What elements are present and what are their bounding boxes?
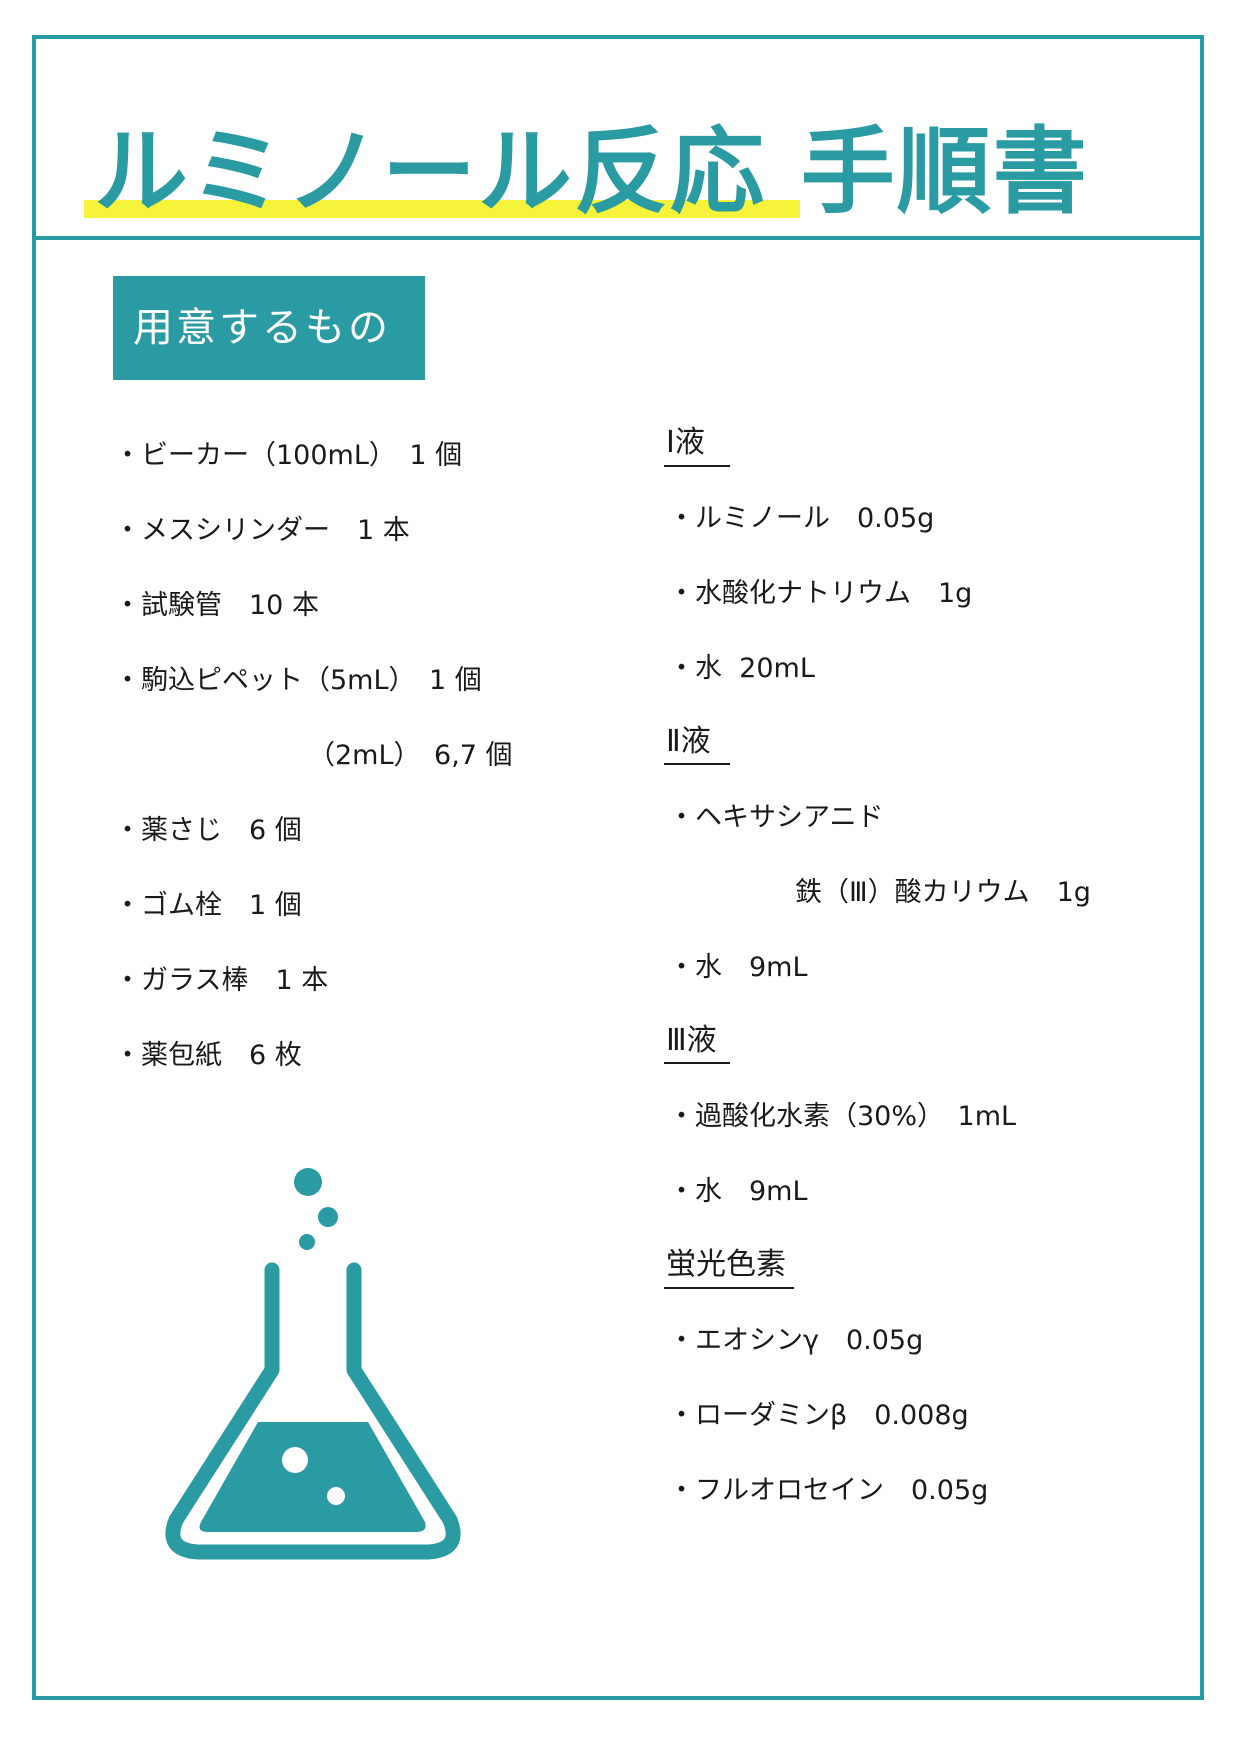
solution1-item: ・ルミノール 0.05g bbox=[668, 503, 935, 534]
material-item: ・薬さじ 6 個 bbox=[114, 815, 302, 846]
solution3-item: ・水 9mL bbox=[668, 1176, 808, 1207]
material-item: ・メスシリンダー 1 本 bbox=[114, 515, 410, 546]
solution2-heading: Ⅱ液 bbox=[666, 724, 711, 759]
dye-item: ・フルオロセイン 0.05g bbox=[668, 1475, 989, 1506]
material-item: （2mL） 6,7 個 bbox=[308, 740, 513, 771]
solution2-item: ・水 9mL bbox=[668, 952, 808, 983]
dye-item: ・ローダミンβ 0.008g bbox=[668, 1400, 969, 1431]
solution3-heading-underline bbox=[664, 1062, 730, 1064]
page-title: ルミノール反応 手順書 bbox=[94, 118, 1089, 227]
solution3-heading: Ⅲ液 bbox=[666, 1023, 717, 1058]
title-divider bbox=[32, 236, 1204, 240]
material-item: ・ビーカー（100mL） 1 個 bbox=[114, 440, 463, 471]
material-item: ・駒込ピペット（5mL） 1 個 bbox=[114, 665, 482, 696]
material-item: ・ガラス棒 1 本 bbox=[114, 965, 329, 996]
section-label-materials: 用意するもの bbox=[113, 276, 425, 380]
solution2-item: ・ヘキサシアニド bbox=[668, 802, 884, 833]
flask-icon bbox=[165, 1168, 461, 1560]
dyes-heading-underline bbox=[664, 1287, 794, 1289]
material-item: ・ゴム栓 1 個 bbox=[114, 890, 302, 921]
dyes-heading: 蛍光色素 bbox=[666, 1247, 786, 1282]
solution2-heading-underline bbox=[664, 763, 730, 765]
solution1-item: ・水 20mL bbox=[668, 653, 815, 684]
solution3-item: ・過酸化水素（30%） 1mL bbox=[668, 1101, 1017, 1132]
dye-item: ・エオシンγ 0.05g bbox=[668, 1325, 924, 1356]
solution1-item: ・水酸化ナトリウム 1g bbox=[668, 578, 973, 609]
material-item: ・試験管 10 本 bbox=[114, 590, 319, 621]
solution2-item: 鉄（Ⅲ）酸カリウム 1g bbox=[795, 877, 1091, 908]
material-item: ・薬包紙 6 枚 bbox=[114, 1040, 302, 1071]
solution1-heading: Ⅰ液 bbox=[666, 425, 705, 460]
solution1-heading-underline bbox=[664, 465, 730, 467]
